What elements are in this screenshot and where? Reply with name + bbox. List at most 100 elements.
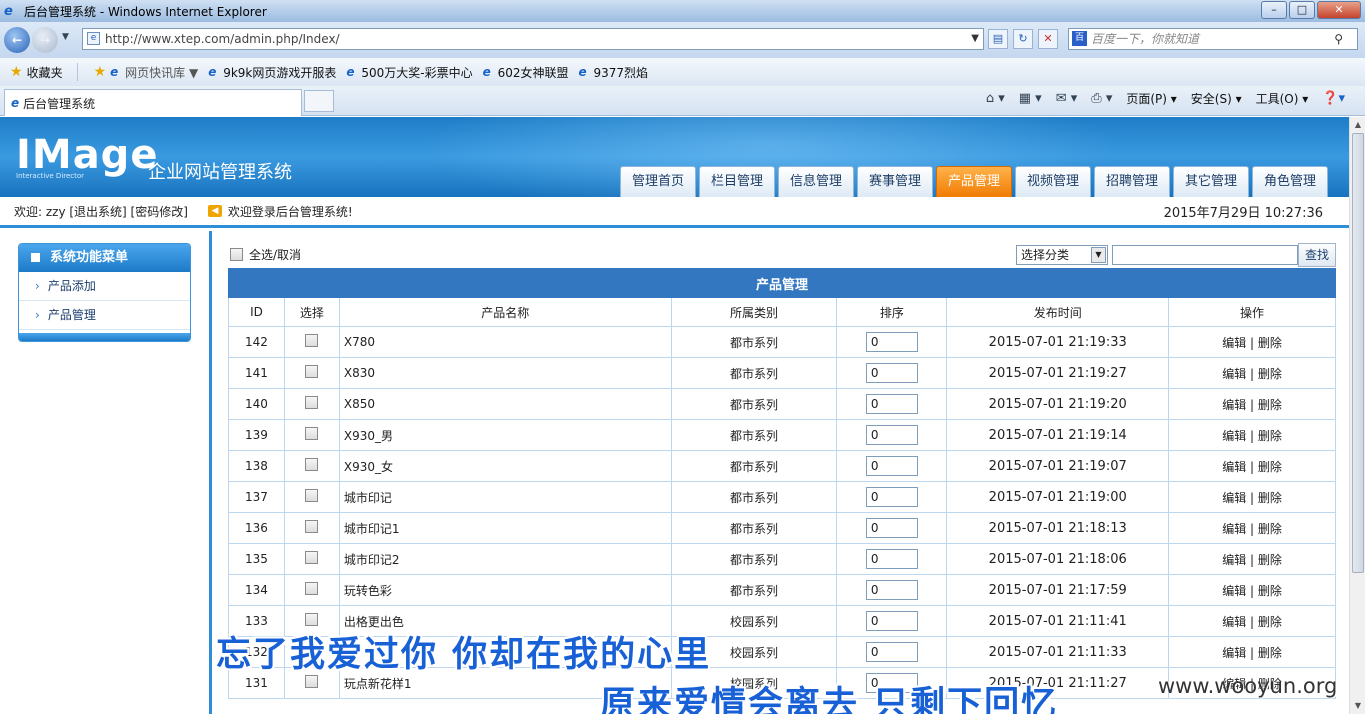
row-select[interactable] bbox=[283, 326, 340, 358]
favorite-link[interactable]: e 500万大奖-彩票中心 bbox=[346, 64, 472, 81]
select-all[interactable]: 全选/取消 bbox=[230, 246, 301, 263]
row-select[interactable] bbox=[283, 388, 340, 420]
minimize-button[interactable]: – bbox=[1261, 1, 1287, 19]
welcome-text[interactable]: 欢迎: zzy [退出系统] [密码修改] bbox=[14, 203, 188, 220]
maximize-button[interactable]: □ bbox=[1289, 1, 1315, 19]
home-icon[interactable]: ⌂ ▾ bbox=[986, 91, 1005, 106]
keyword-input[interactable] bbox=[1112, 245, 1298, 265]
favorites-button[interactable]: ★ 收藏夹 bbox=[10, 64, 63, 81]
sort-input[interactable]: 0 bbox=[865, 363, 918, 383]
favorite-link[interactable]: e 9377烈焰 bbox=[579, 64, 649, 81]
forward-button[interactable]: → bbox=[32, 27, 58, 53]
stop-icon[interactable]: ✕ bbox=[1038, 29, 1058, 49]
tab-home[interactable]: 管理首页 bbox=[620, 166, 696, 197]
page-menu[interactable]: 页面(P) ▾ bbox=[1126, 90, 1176, 107]
tab-info[interactable]: 信息管理 bbox=[778, 166, 854, 197]
delete-link[interactable]: 删除 bbox=[1258, 584, 1282, 598]
print-icon[interactable]: ⎙ ▾ bbox=[1091, 91, 1112, 106]
delete-link[interactable]: 删除 bbox=[1258, 429, 1282, 443]
sort-input[interactable]: 0 bbox=[865, 580, 918, 600]
tab-recruit[interactable]: 招聘管理 bbox=[1094, 166, 1170, 197]
search-input[interactable]: 百 百度一下，你就知道 ⚲ bbox=[1068, 28, 1358, 50]
favorite-link[interactable]: ★ e 网页快讯库 ▼ bbox=[94, 64, 199, 81]
select-all-checkbox[interactable] bbox=[230, 248, 243, 261]
edit-link[interactable]: 编辑 bbox=[1222, 584, 1246, 598]
browser-tab[interactable]: e 后台管理系统 bbox=[4, 89, 302, 116]
back-button[interactable]: ← bbox=[4, 27, 30, 53]
delete-link[interactable]: 删除 bbox=[1258, 522, 1282, 536]
row-checkbox[interactable] bbox=[305, 489, 319, 502]
delete-link[interactable]: 删除 bbox=[1258, 553, 1282, 567]
sidebar-item-product-manage[interactable]: › 产品管理 bbox=[19, 301, 190, 330]
tab-videos[interactable]: 视频管理 bbox=[1015, 166, 1091, 197]
row-checkbox[interactable] bbox=[305, 613, 319, 626]
tab-columns[interactable]: 栏目管理 bbox=[699, 166, 775, 197]
tab-other[interactable]: 其它管理 bbox=[1173, 166, 1249, 197]
delete-link[interactable]: 删除 bbox=[1258, 398, 1282, 412]
row-checkbox[interactable] bbox=[305, 334, 319, 347]
new-tab-button[interactable] bbox=[304, 90, 334, 112]
edit-link[interactable]: 编辑 bbox=[1222, 522, 1246, 536]
category-select[interactable]: 选择分类 ▼ bbox=[1016, 245, 1108, 265]
row-select[interactable] bbox=[283, 450, 340, 482]
favorite-link[interactable]: e 602女神联盟 bbox=[483, 64, 569, 81]
row-select[interactable] bbox=[283, 419, 340, 451]
favorite-link[interactable]: e 9k9k网页游戏开服表 bbox=[208, 64, 336, 81]
row-checkbox[interactable] bbox=[305, 520, 319, 533]
row-checkbox[interactable] bbox=[305, 458, 319, 471]
compat-view-icon[interactable]: ▤ bbox=[988, 29, 1008, 49]
url-field[interactable]: e http://www.xtep.com/admin.php/Index/ ▼ bbox=[82, 28, 984, 50]
sort-input[interactable]: 0 bbox=[865, 611, 918, 631]
vertical-scrollbar[interactable]: ▲ ▼ bbox=[1349, 117, 1365, 714]
edit-link[interactable]: 编辑 bbox=[1222, 646, 1246, 660]
row-select[interactable] bbox=[283, 357, 340, 389]
edit-link[interactable]: 编辑 bbox=[1222, 553, 1246, 567]
scroll-down-icon[interactable]: ▼ bbox=[1350, 698, 1365, 714]
sort-input[interactable]: 0 bbox=[865, 549, 918, 569]
sort-input[interactable]: 0 bbox=[865, 332, 918, 352]
sort-input[interactable]: 0 bbox=[865, 642, 918, 662]
feeds-icon[interactable]: ▦ ▾ bbox=[1019, 91, 1042, 106]
edit-link[interactable]: 编辑 bbox=[1222, 336, 1246, 350]
tab-products[interactable]: 产品管理 bbox=[936, 166, 1012, 197]
edit-link[interactable]: 编辑 bbox=[1222, 460, 1246, 474]
search-icon[interactable]: ⚲ bbox=[1334, 29, 1343, 49]
chevron-down-icon[interactable]: ▼ bbox=[1091, 247, 1106, 263]
tab-roles[interactable]: 角色管理 bbox=[1252, 166, 1328, 197]
row-checkbox[interactable] bbox=[305, 365, 319, 378]
row-select[interactable] bbox=[283, 481, 340, 513]
sort-input[interactable]: 0 bbox=[865, 394, 918, 414]
scroll-thumb[interactable] bbox=[1352, 133, 1364, 573]
sort-input[interactable]: 0 bbox=[865, 425, 918, 445]
delete-link[interactable]: 删除 bbox=[1258, 491, 1282, 505]
row-checkbox[interactable] bbox=[305, 396, 319, 409]
delete-link[interactable]: 删除 bbox=[1258, 646, 1282, 660]
edit-link[interactable]: 编辑 bbox=[1222, 429, 1246, 443]
edit-link[interactable]: 编辑 bbox=[1222, 367, 1246, 381]
help-icon[interactable]: ❓▾ bbox=[1322, 91, 1345, 106]
url-dropdown-icon[interactable]: ▼ bbox=[971, 29, 979, 49]
edit-link[interactable]: 编辑 bbox=[1222, 491, 1246, 505]
sort-input[interactable]: 0 bbox=[865, 487, 918, 507]
delete-link[interactable]: 删除 bbox=[1258, 460, 1282, 474]
tab-events[interactable]: 赛事管理 bbox=[857, 166, 933, 197]
row-select[interactable] bbox=[283, 512, 340, 544]
edit-link[interactable]: 编辑 bbox=[1222, 615, 1246, 629]
scroll-up-icon[interactable]: ▲ bbox=[1350, 117, 1365, 133]
sort-input[interactable]: 0 bbox=[865, 456, 918, 476]
search-button[interactable]: 查找 bbox=[1298, 243, 1336, 267]
row-checkbox[interactable] bbox=[305, 551, 319, 564]
close-window-button[interactable]: ✕ bbox=[1317, 1, 1361, 19]
row-select[interactable] bbox=[283, 543, 340, 575]
delete-link[interactable]: 删除 bbox=[1258, 336, 1282, 350]
sort-input[interactable]: 0 bbox=[865, 518, 918, 538]
safety-menu[interactable]: 安全(S) ▾ bbox=[1191, 90, 1242, 107]
tools-menu[interactable]: 工具(O) ▾ bbox=[1256, 90, 1309, 107]
sidebar-item-product-add[interactable]: › 产品添加 bbox=[19, 272, 190, 301]
edit-link[interactable]: 编辑 bbox=[1222, 398, 1246, 412]
refresh-icon[interactable]: ↻ bbox=[1013, 29, 1033, 49]
mail-icon[interactable]: ✉ ▾ bbox=[1056, 91, 1078, 106]
row-checkbox[interactable] bbox=[305, 427, 319, 440]
row-select[interactable] bbox=[283, 574, 340, 606]
history-dropdown-icon[interactable]: ▼ bbox=[62, 32, 69, 42]
